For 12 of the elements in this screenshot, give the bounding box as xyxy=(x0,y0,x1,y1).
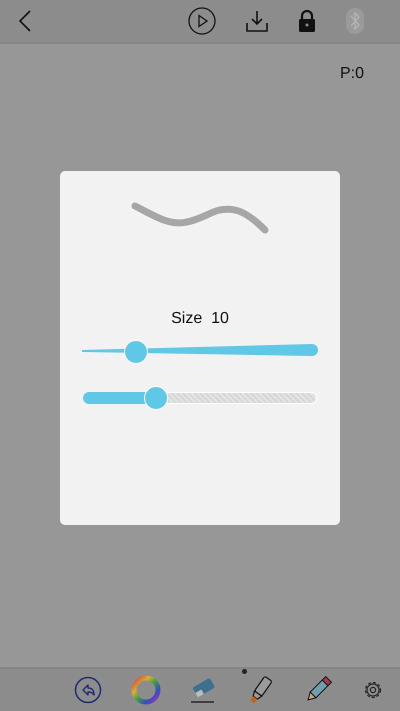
download-icon[interactable] xyxy=(246,10,268,32)
size-slider[interactable] xyxy=(82,340,318,364)
slider-thumb[interactable] xyxy=(124,340,148,364)
slider-thumb[interactable] xyxy=(144,386,168,410)
lock-icon[interactable] xyxy=(298,9,316,33)
play-icon[interactable] xyxy=(188,7,216,35)
opacity-slider[interactable] xyxy=(83,386,317,410)
color-wheel-icon[interactable] xyxy=(130,675,161,705)
back-icon[interactable] xyxy=(18,9,32,33)
size-label: Size 10 xyxy=(171,310,229,328)
undo-icon[interactable] xyxy=(74,676,102,704)
point-count: P:0 xyxy=(340,65,364,83)
